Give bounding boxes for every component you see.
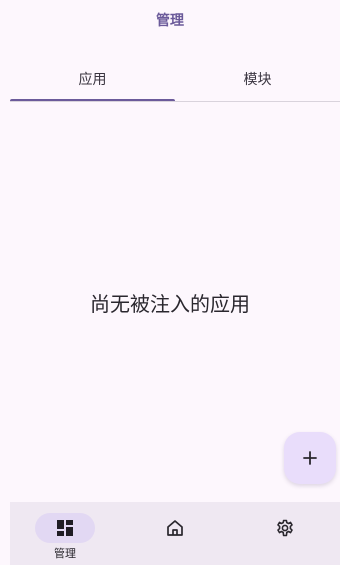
tab-bar: 应用 模块 [10, 56, 340, 102]
tab-modules[interactable]: 模块 [175, 56, 340, 102]
dashboard-icon [57, 520, 73, 536]
bottom-navigation: 管理 [10, 502, 340, 565]
tab-modules-label: 模块 [243, 72, 272, 88]
tab-apps[interactable]: 应用 [10, 56, 175, 102]
page-title: 管理 [156, 13, 184, 29]
empty-state-message: 尚无被注入的应用 [90, 292, 250, 316]
home-icon [167, 520, 183, 536]
nav-item-manage-label: 管理 [54, 547, 76, 560]
tabs-divider [10, 101, 340, 102]
nav-item-settings-pill [255, 513, 315, 543]
settings-gear-icon [277, 519, 293, 537]
tab-apps-label: 应用 [78, 72, 107, 88]
nav-active-indicator [35, 513, 95, 543]
plus-icon [303, 451, 317, 465]
nav-item-home-pill [145, 513, 205, 543]
nav-item-manage[interactable]: 管理 [10, 502, 120, 565]
nav-item-settings[interactable] [230, 502, 340, 565]
nav-item-home[interactable] [120, 502, 230, 565]
add-button[interactable] [284, 432, 336, 484]
